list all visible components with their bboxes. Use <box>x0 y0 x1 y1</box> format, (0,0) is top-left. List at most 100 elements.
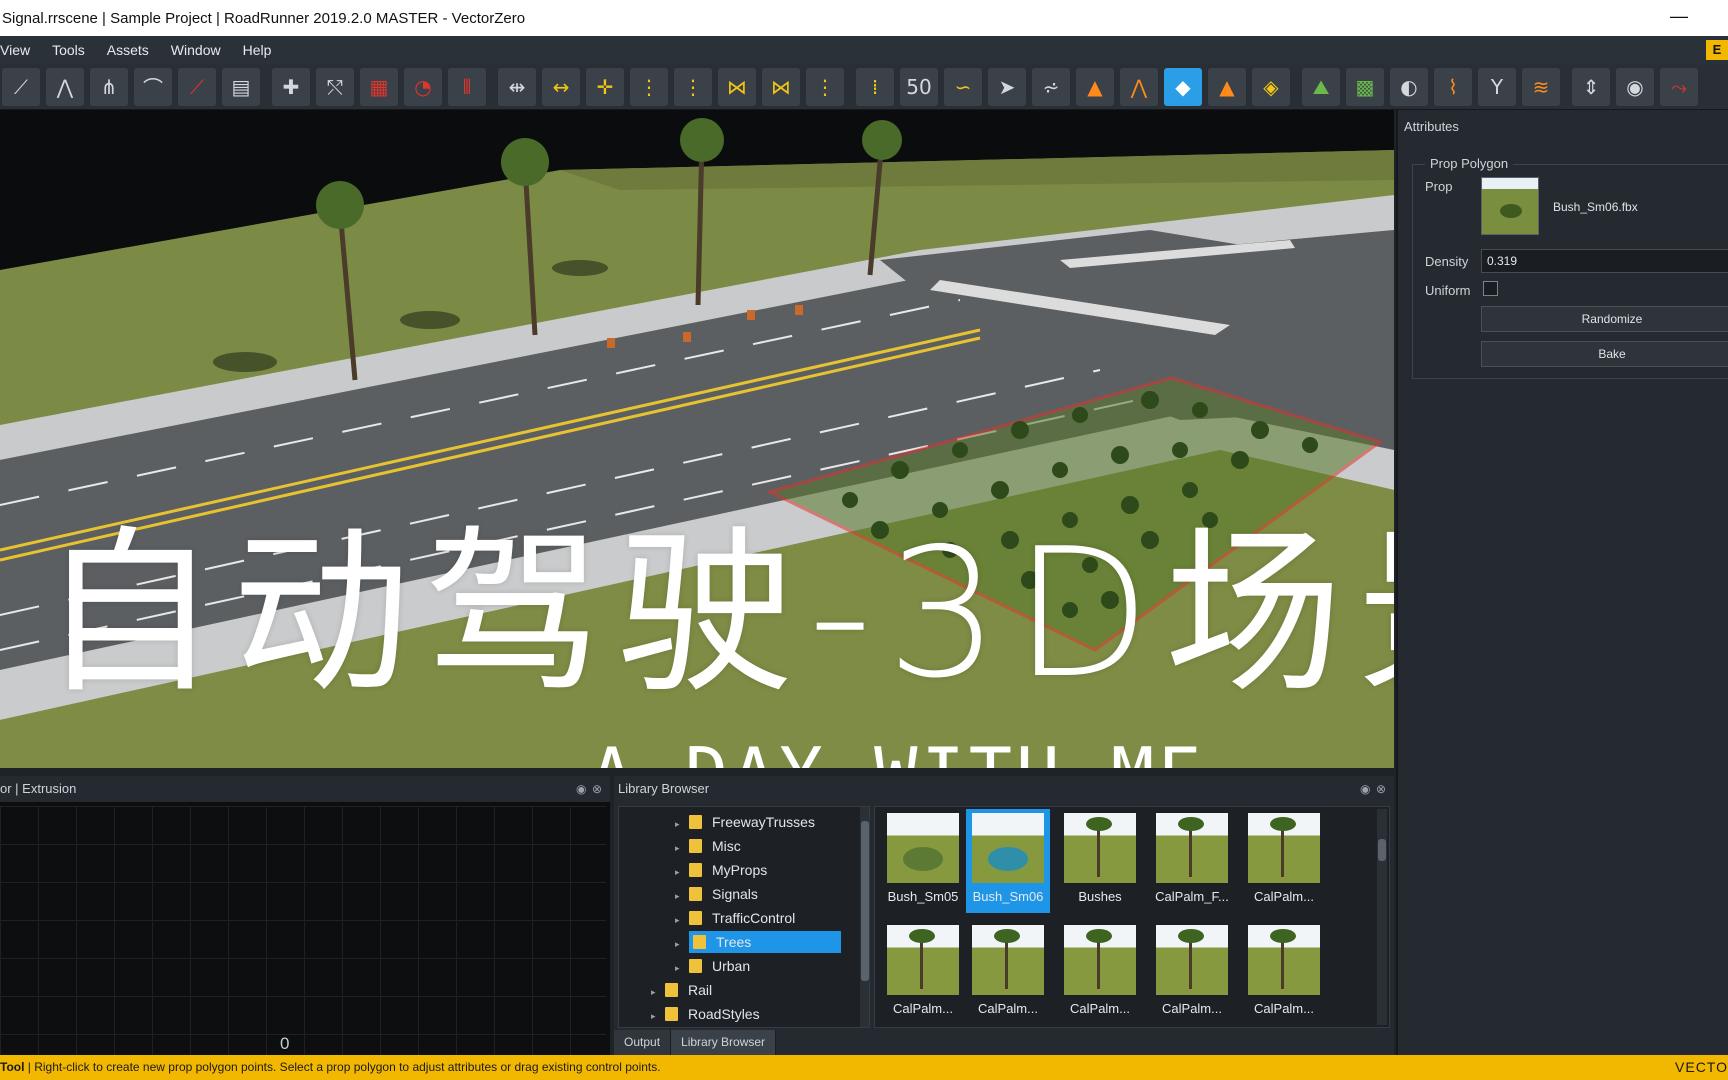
lane-width-icon[interactable]: ⇹ <box>498 67 536 106</box>
prop-polygon-icon[interactable]: ◆ <box>1164 67 1202 106</box>
menu-view[interactable]: View <box>0 42 42 58</box>
scenario-icon[interactable]: ⤳ <box>1660 67 1698 106</box>
asset-scrollbar[interactable] <box>1377 809 1387 1025</box>
menu-assets[interactable]: Assets <box>107 42 161 58</box>
measure-icon[interactable]: ⇕ <box>1572 67 1610 106</box>
snapshot-icon[interactable]: ◉ <box>1616 67 1654 106</box>
junction-edit-icon[interactable]: ⤲ <box>316 67 354 106</box>
asset-bush-sm06[interactable]: Bush_Sm06 <box>966 809 1050 913</box>
camera-route-icon[interactable]: ◐ <box>1390 67 1428 106</box>
asset-calpalm-2[interactable]: CalPalm... <box>881 921 965 1025</box>
tree-item-rail[interactable]: ▸ Rail <box>651 979 712 1001</box>
asset-calpalm-3[interactable]: CalPalm... <box>966 921 1050 1025</box>
prop-point-icon[interactable]: ▲ <box>1208 67 1246 106</box>
sign-icon[interactable]: ◈ <box>1252 67 1290 106</box>
tree-item-freewaytrusses[interactable]: ▸ FreewayTrusses <box>675 811 815 833</box>
tree-item-trafficcontrol[interactable]: ▸ TrafficControl <box>675 907 795 929</box>
expand-arrow-icon[interactable]: ▸ <box>651 1005 665 1027</box>
lane-marking-icon[interactable]: ⋮ <box>674 67 712 106</box>
folder-icon <box>665 983 678 997</box>
bake-button[interactable]: Bake <box>1481 341 1728 367</box>
tree-item-trees[interactable]: ▸ Trees <box>675 931 842 955</box>
crown-shape <box>1086 817 1112 831</box>
uniform-checkbox[interactable] <box>1483 281 1498 296</box>
density-label: Density <box>1425 254 1469 269</box>
asset-calpalm-6[interactable]: CalPalm... <box>1242 921 1326 1025</box>
asset-scroll-thumb[interactable] <box>1378 839 1386 861</box>
asset-calpalm-f[interactable]: CalPalm_F... <box>1150 809 1234 913</box>
randomize-button[interactable]: Randomize <box>1481 306 1728 332</box>
tab-library-browser[interactable]: Library Browser <box>671 1030 777 1055</box>
speed-sign-icon[interactable]: 50 <box>900 67 938 106</box>
extrusion-panel-title: or | Extrusion <box>0 776 610 802</box>
expand-arrow-icon[interactable]: ▸ <box>675 909 689 931</box>
surface-icon[interactable]: ▤ <box>222 67 260 106</box>
lane-mark-icon[interactable]: ⋮ <box>806 67 844 106</box>
prop-thumbnail[interactable] <box>1481 177 1539 235</box>
folder-icon <box>693 935 706 949</box>
status-tool-name: Tool <box>0 1060 25 1074</box>
lane-split-icon[interactable]: ⋈ <box>718 67 756 106</box>
bridge-icon[interactable]: ⌒ <box>134 67 172 106</box>
prop-curve-icon[interactable]: ⋀ <box>1120 67 1158 106</box>
marking-path-icon[interactable]: ∽ <box>944 67 982 106</box>
terrain-icon[interactable]: ⛰ <box>1302 67 1340 106</box>
marking-curve-icon[interactable]: ⟋ <box>178 67 216 106</box>
lane-carve-icon[interactable]: ⋮ <box>630 67 668 106</box>
tree-scroll-thumb[interactable] <box>861 821 869 981</box>
tree-scrollbar[interactable] <box>860 807 869 1027</box>
layers-icon[interactable]: ≋ <box>1522 67 1560 106</box>
lane-spacing-icon[interactable]: ⁞ <box>856 67 894 106</box>
tree-item-misc[interactable]: ▸ Misc <box>675 835 741 857</box>
junction-icon[interactable]: ✚ <box>272 67 310 106</box>
traffic-light-icon[interactable]: ⦀ <box>448 67 486 106</box>
expand-arrow-icon[interactable]: ▸ <box>675 837 689 859</box>
expand-arrow-icon[interactable]: ▸ <box>651 981 665 1003</box>
lane-merge-icon[interactable]: ⋈ <box>762 67 800 106</box>
expand-arrow-icon[interactable]: ▸ <box>675 933 689 955</box>
edition-badge[interactable]: E <box>1706 40 1728 60</box>
texture-icon[interactable]: ▩ <box>1346 67 1384 106</box>
menu-tools[interactable]: Tools <box>52 42 97 58</box>
tree-item-myprops[interactable]: ▸ MyProps <box>675 859 767 881</box>
scene-viewport[interactable]: 自动驾驶-3D场景 A DAY WITH ME <box>0 110 1394 768</box>
asset-bushes[interactable]: Bushes <box>1058 809 1142 913</box>
asset-calpalm-1[interactable]: CalPalm... <box>1242 809 1326 913</box>
asset-bush-sm05[interactable]: Bush_Sm05 <box>881 809 965 913</box>
expand-arrow-icon[interactable]: ▸ <box>675 861 689 883</box>
tree-item-roadstyles[interactable]: ▸ RoadStyles <box>651 1003 760 1025</box>
cone-icon[interactable]: ▲ <box>1076 67 1114 106</box>
node-icon[interactable]: Y <box>1478 67 1516 106</box>
asset-name: Bush_Sm06 <box>972 889 1044 904</box>
panel-settings-icon[interactable]: ◉ <box>576 782 586 796</box>
asset-calpalm-4[interactable]: CalPalm... <box>1058 921 1142 1025</box>
menu-help[interactable]: Help <box>243 42 284 58</box>
crown-shape <box>1178 929 1204 943</box>
tree-item-urban[interactable]: ▸ Urban <box>675 955 750 977</box>
lane-add-icon[interactable]: ↔ <box>542 67 580 106</box>
minimize-button[interactable]: — <box>1670 6 1688 27</box>
road-bridge-icon[interactable]: ⋀ <box>46 67 84 106</box>
elevation-icon[interactable]: ⌇ <box>1434 67 1472 106</box>
crossing-icon[interactable]: ⩫ <box>1032 67 1070 106</box>
expand-arrow-icon[interactable]: ▸ <box>675 957 689 979</box>
signal-tool-icon[interactable]: ◔ <box>404 67 442 106</box>
profile-grid[interactable] <box>0 806 606 1055</box>
panel-close-icon[interactable]: ⊗ <box>592 782 602 796</box>
bush-shape <box>988 847 1028 871</box>
lane-icon[interactable]: ⋔ <box>90 67 128 106</box>
library-settings-icon[interactable]: ◉ <box>1360 782 1370 796</box>
tab-output[interactable]: Output <box>614 1030 672 1055</box>
arrow-sign-icon[interactable]: ➤ <box>988 67 1026 106</box>
crosswalk-junction-icon[interactable]: ▦ <box>360 67 398 106</box>
road-plan-icon[interactable]: ⟋ <box>2 67 40 106</box>
density-field[interactable]: 0.319 <box>1481 249 1728 273</box>
menu-window[interactable]: Window <box>171 42 233 58</box>
tree-item-signals[interactable]: ▸ Signals <box>675 883 758 905</box>
library-close-icon[interactable]: ⊗ <box>1376 782 1386 796</box>
expand-arrow-icon[interactable]: ▸ <box>675 813 689 835</box>
expand-arrow-icon[interactable]: ▸ <box>675 885 689 907</box>
uniform-label: Uniform <box>1425 283 1471 298</box>
asset-calpalm-5[interactable]: CalPalm... <box>1150 921 1234 1025</box>
lane-form-icon[interactable]: ✛ <box>586 67 624 106</box>
